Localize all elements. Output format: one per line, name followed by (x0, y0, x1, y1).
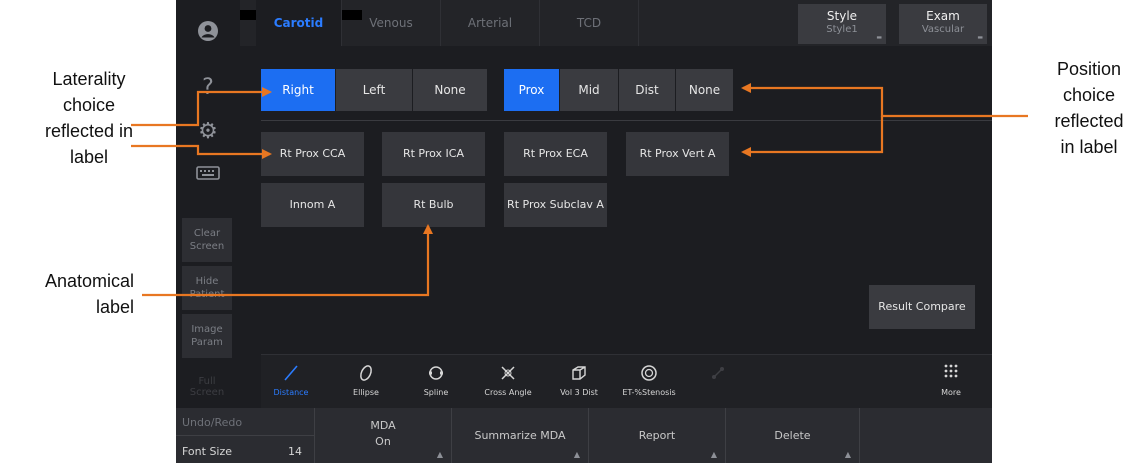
tool-ellipse-label: Ellipse (353, 388, 379, 397)
tool-trace-disabled (688, 355, 748, 409)
mda-label: MDA (370, 419, 396, 432)
report-label: Report (638, 429, 676, 442)
label-rt-prox-vert-a[interactable]: Rt Prox Vert A (626, 132, 729, 176)
tab-tcd[interactable]: TCD (540, 0, 639, 46)
style-title: Style (826, 9, 858, 23)
ultrasound-touch-panel: Carotid Venous Arterial TCD Style Style1… (176, 0, 992, 463)
style-value: Style1 (826, 24, 858, 35)
cross-angle-icon (478, 363, 538, 385)
label-rt-prox-eca[interactable]: Rt Prox ECA (504, 132, 607, 176)
result-compare-button[interactable]: Result Compare (869, 285, 975, 329)
trace-icon (688, 363, 748, 385)
position-prox-button[interactable]: Prox (504, 69, 559, 111)
stenosis-icon (619, 363, 679, 385)
image-param-label-1: Image (191, 324, 223, 335)
label-rt-prox-subclav-a[interactable]: Rt Prox Subclav A (504, 183, 607, 227)
position-annotation: Position choice reflected in label (1054, 59, 1124, 157)
cube-icon (549, 363, 609, 385)
laterality-left-button[interactable]: Left (336, 69, 412, 111)
corner-mark-icon: ▲ (573, 450, 580, 459)
image-param-label-2: Param (191, 337, 223, 348)
tool-more[interactable]: More (921, 355, 981, 409)
tool-ellipse[interactable]: Ellipse (336, 355, 396, 409)
position-none-button[interactable]: None (676, 69, 733, 111)
corner-mark-icon: ▬ (977, 34, 983, 41)
tab-venous[interactable]: Venous (342, 0, 441, 46)
hide-patient-label-2: Patient (189, 289, 225, 300)
tool-more-label: More (941, 388, 961, 397)
tool-et-stenosis-label: ET-%Stenosis (622, 388, 676, 397)
undo-redo-label[interactable]: Undo/Redo (182, 416, 242, 429)
corner-mark-icon: ▲ (710, 450, 717, 459)
tool-distance-label: Distance (273, 388, 309, 397)
clear-screen-button[interactable]: Clear Screen (182, 218, 232, 262)
gear-icon[interactable]: ⚙ (194, 118, 222, 146)
image-param-button[interactable]: Image Param (182, 314, 232, 358)
ellipse-icon (336, 363, 396, 385)
tab-arterial[interactable]: Arterial (441, 0, 540, 46)
user-icon[interactable] (194, 20, 222, 48)
bottom-bar: Undo/Redo Font Size 14 MDA On ▲ Summariz… (176, 408, 992, 463)
position-mid-button[interactable]: Mid (560, 69, 618, 111)
corner-mark-icon: ▲ (844, 450, 851, 459)
font-size-cell[interactable]: Undo/Redo Font Size 14 (176, 408, 315, 463)
divider (261, 120, 992, 121)
tool-vol-3-dist[interactable]: Vol 3 Dist (549, 355, 609, 409)
font-size-label: Font Size (182, 445, 233, 458)
spline-icon (406, 363, 466, 385)
hide-patient-button[interactable]: Hide Patient (182, 266, 232, 310)
corner-mark-icon: ▬ (876, 34, 882, 41)
font-size-value: 14 (288, 445, 302, 458)
cell-divider (176, 435, 314, 436)
clear-screen-label-2: Screen (189, 241, 225, 252)
help-icon[interactable]: ? (194, 74, 222, 102)
laterality-annotation: Laterality choice reflected in label (44, 69, 134, 167)
exam-value: Vascular (921, 24, 965, 35)
tool-et-stenosis[interactable]: ET-%Stenosis (619, 355, 679, 409)
tool-spline[interactable]: Spline (406, 355, 466, 409)
exam-button[interactable]: Exam Vascular ▬ (899, 4, 987, 44)
anatomical-annotation: Anatomical label (44, 271, 134, 317)
label-innom-a[interactable]: Innom A (261, 183, 364, 227)
tool-cross-angle-label: Cross Angle (484, 388, 532, 397)
sidebar: ? ⚙ Clear Screen Hide Patient Image Param F… (176, 0, 240, 408)
grid-icon (921, 363, 981, 385)
corner-mark-icon: ▲ (436, 450, 443, 459)
tool-distance[interactable]: Distance (261, 355, 321, 409)
top-bar: Carotid Venous Arterial TCD Style Style1… (176, 0, 992, 46)
summarize-mda-button[interactable]: Summarize MDA ▲ (452, 408, 589, 463)
delete-label: Delete (774, 429, 811, 442)
distance-icon (261, 363, 321, 385)
style-button[interactable]: Style Style1 ▬ (798, 4, 886, 44)
clear-screen-label-1: Clear (193, 228, 221, 239)
tool-spline-label: Spline (423, 388, 449, 397)
mda-state: On (375, 435, 391, 448)
delete-button[interactable]: Delete ▲ (726, 408, 860, 463)
measurement-toolbar: Distance Ellipse Spline Cross Angle Vol … (261, 354, 992, 409)
laterality-right-button[interactable]: Right (261, 69, 335, 111)
label-rt-prox-cca[interactable]: Rt Prox CCA (261, 132, 364, 176)
report-button[interactable]: Report ▲ (589, 408, 726, 463)
keyboard-icon[interactable] (194, 162, 222, 190)
hide-patient-label-1: Hide (195, 276, 219, 287)
label-rt-bulb[interactable]: Rt Bulb (382, 183, 485, 227)
laterality-none-button[interactable]: None (413, 69, 487, 111)
position-dist-button[interactable]: Dist (619, 69, 675, 111)
tool-cross-angle[interactable]: Cross Angle (478, 355, 538, 409)
tab-carotid[interactable]: Carotid (256, 0, 342, 46)
full-screen-button[interactable]: Full Screen (182, 376, 232, 398)
tool-vol-3-dist-label: Vol 3 Dist (560, 388, 598, 397)
mda-button[interactable]: MDA On ▲ (315, 408, 452, 463)
label-rt-prox-ica[interactable]: Rt Prox ICA (382, 132, 485, 176)
exam-title: Exam (926, 9, 960, 23)
summarize-mda-label: Summarize MDA (474, 429, 566, 442)
